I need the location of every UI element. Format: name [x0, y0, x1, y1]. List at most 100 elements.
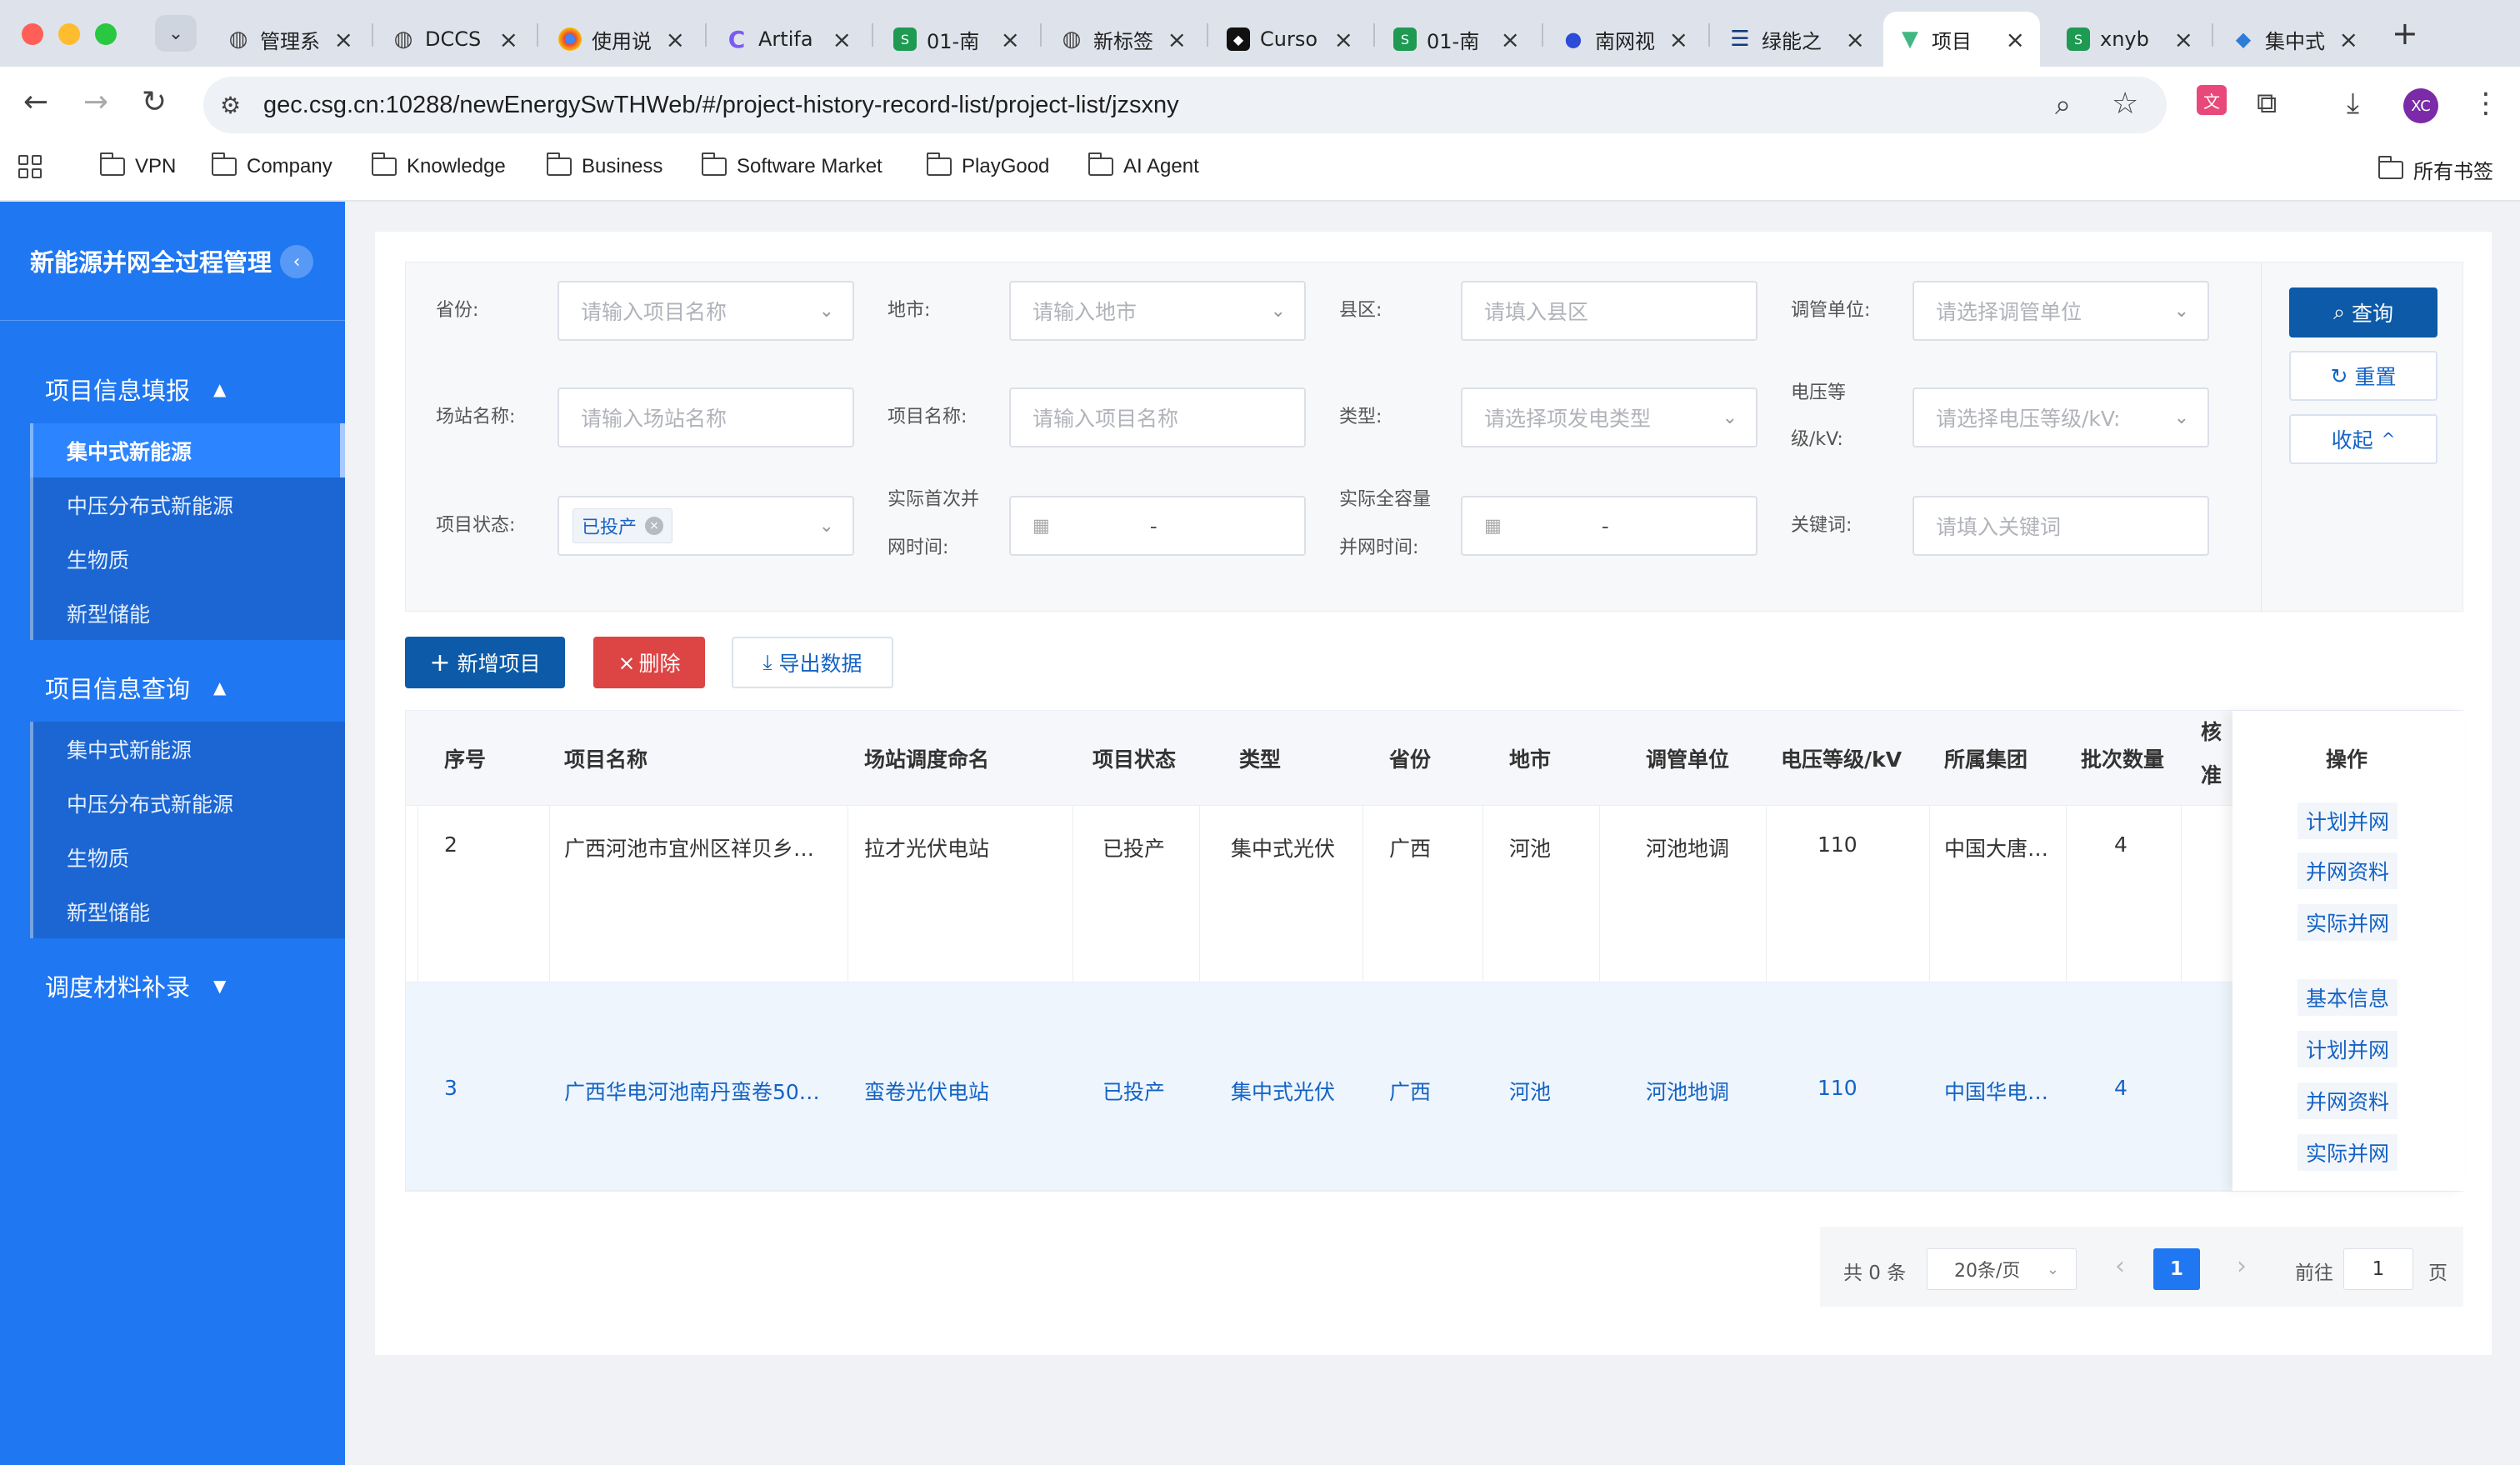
close-tab-icon[interactable]: × [2174, 26, 2193, 53]
apps-grid-icon[interactable] [18, 155, 42, 178]
col-header-approved[interactable]: 核准量 [2201, 711, 2234, 806]
bookmark-business[interactable]: Business [547, 152, 662, 178]
col-header-no[interactable]: 序号 [444, 711, 486, 806]
close-tab-icon[interactable]: × [1846, 26, 1865, 53]
keyword-input[interactable]: 请填入关键词 [1912, 496, 2209, 556]
page-size-select[interactable]: 20条/页 ⌄ [1927, 1248, 2077, 1290]
avatar[interactable]: XC [2403, 88, 2438, 123]
export-button[interactable]: ⤓ 导出数据 [732, 637, 893, 688]
browser-tab[interactable]: ◆ Curso × [1212, 12, 1368, 67]
prev-page-button[interactable]: ‹ [2115, 1252, 2125, 1281]
table-row[interactable]: 2 广西河池市宜州区祥贝乡… 拉才光伏电站 已投产 集中式光伏 广西 河池 河池… [406, 806, 2464, 982]
tab-search-button[interactable]: ⌄ [155, 15, 197, 52]
url-text[interactable]: gec.csg.cn:10288/newEnergySwTHWeb/#/proj… [263, 92, 1179, 119]
col-header-name[interactable]: 项目名称 [564, 711, 648, 806]
close-tab-icon[interactable]: × [499, 26, 518, 53]
translate-icon[interactable]: 文 [2197, 85, 2227, 115]
station-input[interactable]: 请输入场站名称 [558, 388, 854, 448]
reload-button[interactable]: ↻ [142, 85, 167, 119]
close-tab-icon[interactable]: × [2339, 26, 2358, 53]
menu-item-mv-distributed[interactable]: 中压分布式新能源 [30, 478, 345, 532]
site-settings-icon[interactable]: ⚙ [220, 92, 241, 119]
close-tab-icon[interactable]: × [1334, 26, 1353, 53]
bookmark-company[interactable]: Company [212, 152, 332, 178]
county-input[interactable]: 请填入县区 [1461, 281, 1758, 341]
browser-tab[interactable]: 使用说 × [543, 12, 700, 67]
menu-item-storage[interactable]: 新型储能 [30, 884, 345, 938]
browser-tab[interactable]: ◆ 集中式 × [2217, 12, 2373, 67]
maximize-window-button[interactable] [95, 23, 117, 45]
close-tab-icon[interactable]: × [2006, 26, 2025, 53]
browser-tab[interactable]: ☰ 绿能之 × [1713, 12, 1880, 67]
browser-tab[interactable]: ◍ DCCS × [377, 12, 533, 67]
col-header-station[interactable]: 场站调度命名 [864, 711, 989, 806]
menu-group-supplement[interactable]: 调度材料补录 ▼ [45, 968, 226, 1003]
all-bookmarks[interactable]: 所有书签 [2378, 155, 2493, 184]
full-grid-date-range[interactable]: ▦ - [1461, 496, 1758, 556]
download-icon[interactable]: ⤓ [2347, 87, 2359, 120]
browser-tab[interactable]: ◍ 管理系 × [212, 12, 368, 67]
status-select[interactable]: 已投产 × ⌄ [558, 496, 854, 556]
cell-name[interactable]: 广西华电河池南丹蛮卷50… [564, 1076, 820, 1106]
browser-tab[interactable]: S 01-南 × [1378, 12, 1535, 67]
menu-icon[interactable]: ⋮ [2472, 87, 2500, 120]
back-button[interactable]: ← [23, 85, 48, 119]
reset-button[interactable]: ↻ 重置 [2289, 351, 2438, 401]
actual-grid-link[interactable]: 实际并网 [2298, 904, 2398, 941]
bookmark-knowledge[interactable]: Knowledge [372, 152, 506, 178]
col-header-batches[interactable]: 批次数量 [2081, 711, 2164, 806]
col-header-province[interactable]: 省份 [1389, 711, 1431, 806]
menu-item-centralized[interactable]: 集中式新能源 [30, 423, 345, 478]
voltage-select[interactable]: 请选择电压等级/kV: ⌄ [1912, 388, 2209, 448]
browser-tab[interactable]: ◍ 新标签 × [1045, 12, 1202, 67]
bookmark-vpn[interactable]: VPN [100, 152, 176, 178]
actual-grid-link[interactable]: 实际并网 [2298, 1134, 2398, 1171]
bookmark-software-market[interactable]: Software Market [702, 152, 882, 178]
sidebar-collapse-button[interactable]: ‹ [280, 245, 313, 278]
city-select[interactable]: 请输入地市 ⌄ [1009, 281, 1306, 341]
browser-tab[interactable]: ● 南网视 × [1547, 12, 1703, 67]
menu-group-fill[interactable]: 项目信息填报 ▲ [45, 372, 226, 407]
col-header-type[interactable]: 类型 [1239, 711, 1281, 806]
close-tab-icon[interactable]: × [334, 26, 353, 53]
extensions-icon[interactable]: ⧉ [2257, 87, 2277, 120]
browser-tab[interactable]: S 01-南 × [878, 12, 1035, 67]
browser-tab[interactable]: C Artifa × [710, 12, 867, 67]
dispatch-select[interactable]: 请选择调管单位 ⌄ [1912, 281, 2209, 341]
project-input[interactable]: 请输入项目名称 [1009, 388, 1306, 448]
collapse-button[interactable]: 收起 ^ [2289, 414, 2438, 464]
forward-button[interactable]: → [83, 85, 108, 119]
bookmark-playgood[interactable]: PlayGood [927, 152, 1049, 178]
delete-button[interactable]: × 删除 [593, 637, 705, 688]
close-tab-icon[interactable]: × [1501, 26, 1520, 53]
browser-tab[interactable]: S xnyb × [2052, 12, 2208, 67]
close-tab-icon[interactable]: × [1001, 26, 1020, 53]
type-select[interactable]: 请选择项发电类型 ⌄ [1461, 388, 1758, 448]
grid-docs-link[interactable]: 并网资料 [2298, 852, 2398, 889]
browser-tab-active[interactable]: ▼ 项目 × [1883, 12, 2040, 67]
new-tab-button[interactable]: + [2392, 15, 2418, 52]
col-header-status[interactable]: 项目状态 [1092, 711, 1176, 806]
menu-item-mv-distributed[interactable]: 中压分布式新能源 [30, 776, 345, 830]
next-page-button[interactable]: › [2237, 1252, 2247, 1281]
minimize-window-button[interactable] [58, 23, 80, 45]
close-tab-icon[interactable]: × [1669, 26, 1688, 53]
col-header-dispatch[interactable]: 调管单位 [1646, 711, 1729, 806]
close-tab-icon[interactable]: × [832, 26, 852, 53]
close-tab-icon[interactable]: × [1168, 26, 1187, 53]
bookmark-ai-agent[interactable]: AI Agent [1088, 152, 1199, 178]
basic-info-link[interactable]: 基本信息 [2298, 979, 2398, 1016]
menu-item-centralized[interactable]: 集中式新能源 [30, 722, 345, 776]
menu-item-storage[interactable]: 新型储能 [30, 586, 345, 640]
plan-grid-link[interactable]: 计划并网 [2298, 802, 2398, 839]
close-window-button[interactable] [22, 23, 43, 45]
zoom-icon[interactable]: ⌕ [2055, 88, 2071, 122]
tag-close-icon[interactable]: × [645, 517, 664, 535]
page-number-current[interactable]: 1 [2153, 1248, 2200, 1290]
col-header-voltage[interactable]: 电压等级/kV [1781, 711, 1902, 806]
province-select[interactable]: 请输入项目名称 ⌄ [558, 281, 854, 341]
table-row-hover[interactable]: 3 广西华电河池南丹蛮卷50… 蛮卷光伏电站 已投产 集中式光伏 广西 河池 河… [406, 982, 2464, 1191]
menu-group-query[interactable]: 项目信息查询 ▲ [45, 670, 226, 705]
query-button[interactable]: ⌕ 查询 [2289, 288, 2438, 338]
col-header-city[interactable]: 地市 [1509, 711, 1551, 806]
